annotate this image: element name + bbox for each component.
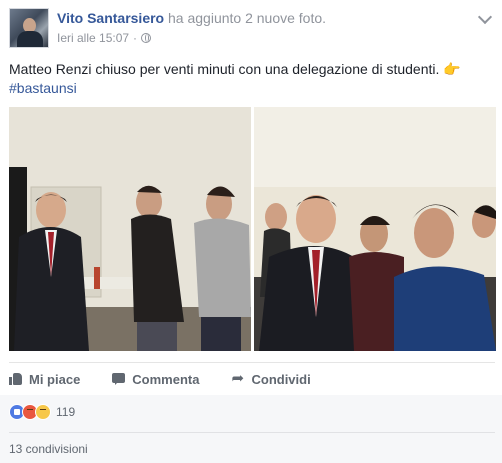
share-arrow-icon: [231, 369, 245, 387]
post-timestamp[interactable]: Ieri alle 15:07: [57, 31, 129, 45]
globe-icon[interactable]: [141, 33, 152, 43]
comment-label: Commenta: [132, 371, 200, 387]
photo-1[interactable]: [9, 107, 251, 351]
shares-count[interactable]: 13 condivisioni: [9, 442, 88, 456]
post-action-bar: Mi piace Commenta Condividi: [9, 369, 311, 388]
sad-reaction-icon: [35, 404, 51, 420]
shares-divider: [9, 432, 495, 433]
hashtag-link[interactable]: #bastaunsi: [9, 80, 77, 96]
facebook-post: Vito Santarsiero ha aggiunto 2 nuove fot…: [0, 0, 502, 463]
post-meta: Ieri alle 15:07 ·: [57, 31, 152, 45]
reactions-summary[interactable]: 119: [9, 404, 75, 420]
comment-icon: [112, 372, 126, 386]
action-divider: [9, 362, 495, 363]
author-avatar[interactable]: [9, 8, 49, 48]
comment-button[interactable]: Commenta: [112, 370, 199, 388]
author-name[interactable]: Vito Santarsiero: [57, 10, 164, 26]
avatar-body: [17, 31, 43, 47]
pointing-hand-icon: 👉: [443, 61, 461, 77]
post-body-text: Matteo Renzi chiuso per venti minuti con…: [9, 61, 440, 77]
meta-separator: ·: [133, 31, 138, 45]
post-action-text: ha aggiunto 2 nuove foto.: [164, 10, 327, 26]
chevron-down-icon[interactable]: [477, 9, 493, 25]
share-button[interactable]: Condividi: [231, 369, 311, 388]
photo-1-illustration: [9, 107, 251, 351]
photo-2[interactable]: [254, 107, 496, 351]
reaction-count[interactable]: 119: [56, 405, 75, 419]
post-header: Vito Santarsiero ha aggiunto 2 nuove fot…: [57, 10, 326, 26]
share-label: Condividi: [251, 371, 311, 387]
thumbs-up-icon: [9, 372, 23, 386]
like-label: Mi piace: [29, 371, 81, 387]
like-button[interactable]: Mi piace: [9, 370, 80, 388]
photo-2-illustration: [254, 107, 496, 351]
post-text: Matteo Renzi chiuso per venti minuti con…: [9, 60, 495, 98]
